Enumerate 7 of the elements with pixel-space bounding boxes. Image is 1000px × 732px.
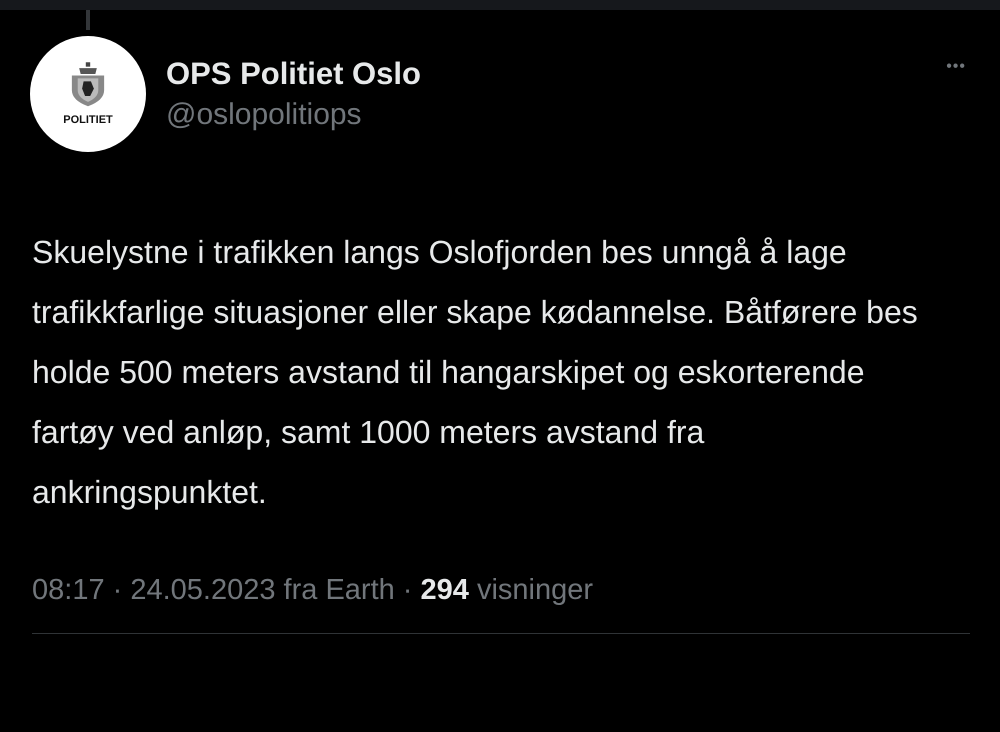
account-handle[interactable]: @oslopolitiops — [166, 98, 421, 132]
tweet-meta: 08:17 · 24.05.2023 fra Earth · 294 visninger — [32, 574, 594, 607]
tweet-text: Skuelystne i trafikken langs Oslofjorden bes unngå å lage trafikkfarlige situasjoner eller skape kødannelse. Båtførere bes holde 500 meters avstand til hangarskipet og eskorterende fartøy ved anløp, samt 1000 meters avstand fra ankringspunktet. — [32, 233, 919, 512]
avatar[interactable]: POLITIET — [30, 36, 146, 152]
account-name[interactable]: OPS Politiet Oslo — [166, 56, 421, 92]
more-button[interactable]: ••• — [942, 54, 970, 80]
avatar-label: POLITIET — [63, 114, 113, 126]
